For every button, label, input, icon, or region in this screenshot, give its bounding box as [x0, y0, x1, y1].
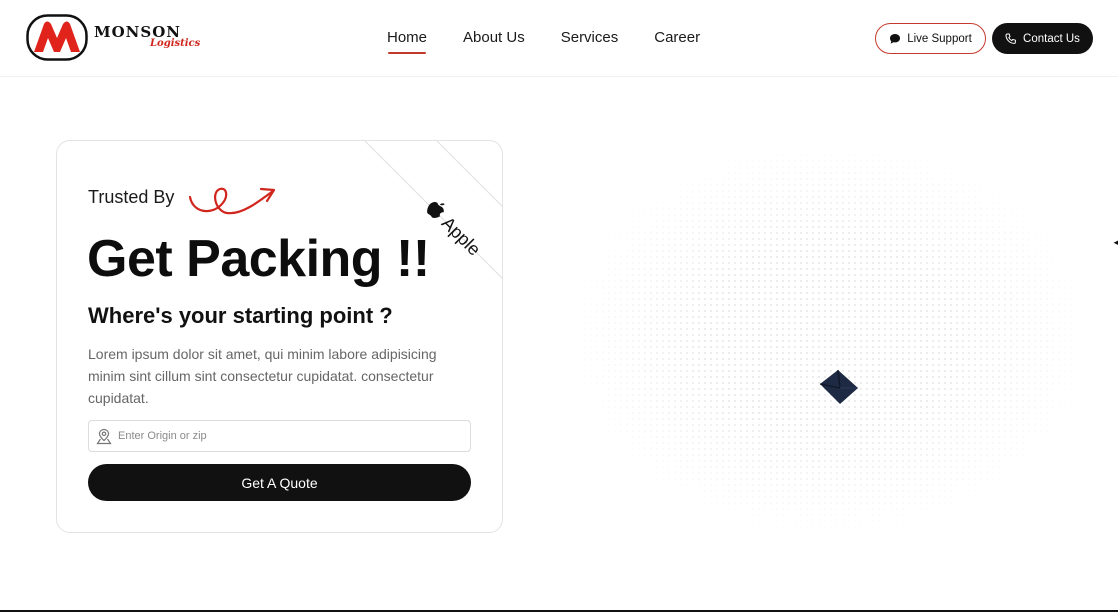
brand-tagline: Logistics [150, 38, 201, 49]
brand-logo[interactable]: MONSON Logistics [26, 14, 221, 62]
origin-input[interactable] [118, 430, 458, 442]
hero-subheadline: Where's your starting point ? [88, 303, 393, 328]
origin-field[interactable] [88, 420, 471, 452]
nav-item-services[interactable]: Services [561, 29, 619, 46]
quote-card: Apple Trusted By Get Packing !! Where's … [56, 140, 503, 533]
contact-us-label: Contact Us [1023, 32, 1080, 45]
location-pin-icon [96, 428, 112, 444]
hero-description: Lorem ipsum dolor sit amet, qui minim la… [88, 346, 437, 406]
live-support-label: Live Support [907, 32, 972, 45]
dotted-globe-background [570, 140, 1090, 535]
trusted-by-label: Trusted By [88, 187, 175, 207]
monson-logo-icon [26, 14, 88, 61]
main-nav: Home About Us Services Career [387, 29, 700, 54]
phone-icon [1005, 33, 1016, 44]
hero-headline: Get Packing !! [87, 230, 430, 288]
site-header: MONSON Logistics Home About Us Services … [0, 0, 1118, 77]
nav-item-home[interactable]: Home [387, 29, 427, 54]
cursor-icon: ◄ [1112, 238, 1118, 247]
chat-bubble-icon [890, 33, 901, 44]
nav-item-about-us[interactable]: About Us [463, 29, 525, 46]
live-support-button[interactable]: Live Support [875, 23, 986, 54]
contact-us-button[interactable]: Contact Us [992, 23, 1093, 54]
envelope-icon [819, 369, 858, 404]
scribble-arrow-icon [188, 187, 276, 215]
get-quote-button[interactable]: Get A Quote [88, 464, 471, 501]
nav-item-career[interactable]: Career [654, 29, 700, 46]
